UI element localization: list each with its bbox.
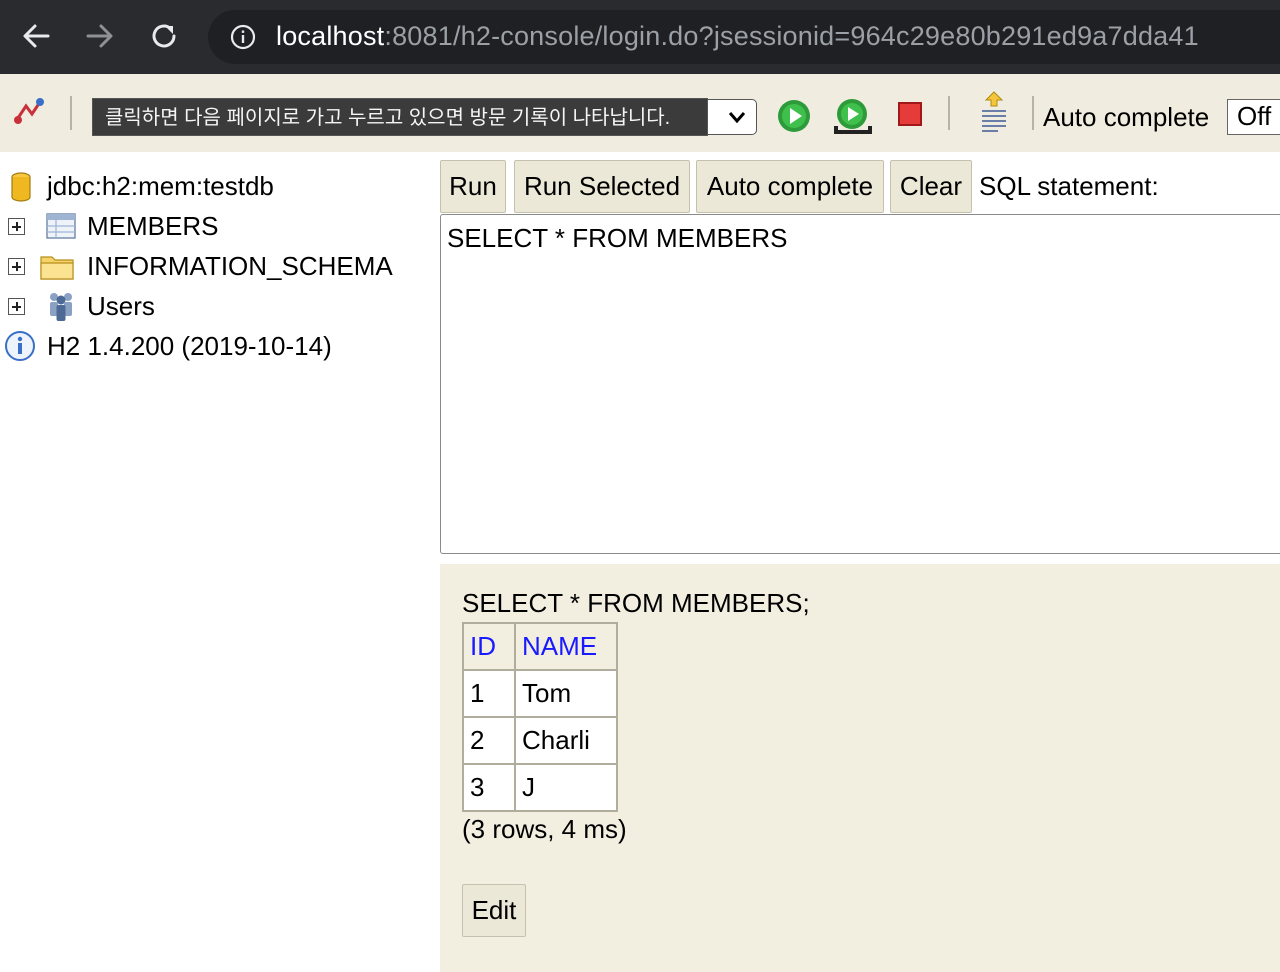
table-cell: 1 <box>463 670 515 717</box>
forward-button[interactable] <box>78 14 122 58</box>
query-button-bar: Run Run Selected Auto complete Clear SQL… <box>440 152 1280 214</box>
table-cell: Charli <box>515 717 617 764</box>
result-summary: (3 rows, 4 ms) <box>462 814 627 844</box>
run-button[interactable]: Run <box>440 160 506 213</box>
sql-editor[interactable]: SELECT * FROM MEMBERS <box>440 214 1280 554</box>
result-statement: SELECT * FROM MEMBERS; <box>462 588 810 618</box>
address-bar[interactable]: localhost:8081/h2-console/login.do?jsess… <box>208 10 1280 64</box>
result-panel: SELECT * FROM MEMBERS; ID NAME 1 Tom 2 C… <box>440 564 1280 972</box>
auto-complete-button[interactable]: Auto complete <box>696 160 884 213</box>
url-text[interactable]: localhost:8081/h2-console/login.do?jsess… <box>276 21 1199 52</box>
expand-icon[interactable] <box>8 258 25 275</box>
reload-button[interactable] <box>142 14 186 58</box>
back-button[interactable] <box>14 14 58 58</box>
toolbar-separator <box>948 96 950 130</box>
tree-item-users[interactable]: Users <box>0 288 440 324</box>
reload-icon <box>152 24 176 48</box>
tree-item-label: jdbc:h2:mem:testdb <box>47 171 274 201</box>
arrow-left-icon <box>23 24 50 48</box>
h2-toolbar: 클릭하면 다음 페이지로 가고 누르고 있으면 방문 기록이 나타납니다. Au… <box>0 74 1280 152</box>
column-header-name[interactable]: NAME <box>515 623 617 670</box>
tree-item-members[interactable]: MEMBERS <box>0 208 440 244</box>
database-icon <box>11 172 31 202</box>
browser-toolbar: localhost:8081/h2-console/login.do?jsess… <box>0 0 1280 74</box>
site-info-icon[interactable] <box>230 24 256 50</box>
browser-tooltip: 클릭하면 다음 페이지로 가고 누르고 있으면 방문 기록이 나타납니다. <box>92 98 708 136</box>
toolbar-separator <box>1032 96 1034 130</box>
tree-item-information-schema[interactable]: INFORMATION_SCHEMA <box>0 248 440 284</box>
disconnect-icon[interactable] <box>12 96 46 128</box>
sql-statement-label: SQL statement: <box>979 171 1159 201</box>
sql-editor-text: SELECT * FROM MEMBERS <box>447 223 788 253</box>
tree-item-connection[interactable]: jdbc:h2:mem:testdb <box>0 168 440 204</box>
autocomplete-label: Auto complete <box>1043 102 1210 132</box>
folder-icon <box>40 256 74 280</box>
run-icon[interactable] <box>776 98 812 134</box>
tree-item-version: H2 1.4.200 (2019-10-14) <box>0 328 440 364</box>
table-row: 2 Charli <box>463 717 617 764</box>
table-row: 1 Tom <box>463 670 617 717</box>
expand-icon[interactable] <box>8 298 25 315</box>
tree-item-label: H2 1.4.200 (2019-10-14) <box>47 331 332 361</box>
url-host: localhost <box>276 21 385 51</box>
run-selected-icon[interactable] <box>832 96 874 138</box>
table-cell: J <box>515 764 617 811</box>
table-icon <box>46 213 76 239</box>
run-selected-button[interactable]: Run Selected <box>514 160 690 213</box>
tree-item-label: MEMBERS <box>87 211 219 241</box>
clear-button[interactable]: Clear <box>890 160 972 213</box>
table-header-row: ID NAME <box>463 623 617 670</box>
table-cell: 2 <box>463 717 515 764</box>
history-select[interactable] <box>700 99 757 135</box>
result-table: ID NAME 1 Tom 2 Charli 3 J <box>462 622 618 812</box>
url-path: :8081/h2-console/login.do?jsessionid=964… <box>384 21 1199 51</box>
users-icon <box>50 293 72 321</box>
column-header-id[interactable]: ID <box>463 623 515 670</box>
edit-button[interactable]: Edit <box>462 884 526 937</box>
chevron-down-icon <box>728 112 746 124</box>
table-cell: Tom <box>515 670 617 717</box>
tree-item-label: Users <box>87 291 155 321</box>
expand-icon[interactable] <box>8 218 25 235</box>
table-cell: 3 <box>463 764 515 811</box>
info-icon <box>5 331 35 361</box>
table-row: 3 J <box>463 764 617 811</box>
toolbar-separator <box>70 96 72 130</box>
history-icon[interactable] <box>978 90 1010 134</box>
stop-icon[interactable] <box>896 100 924 128</box>
schema-tree: jdbc:h2:mem:testdb MEMBERS INFORMATION_S… <box>0 152 440 972</box>
autocomplete-select[interactable]: Off <box>1227 99 1280 135</box>
arrow-right-icon <box>86 24 113 48</box>
tree-item-label: INFORMATION_SCHEMA <box>87 251 393 281</box>
